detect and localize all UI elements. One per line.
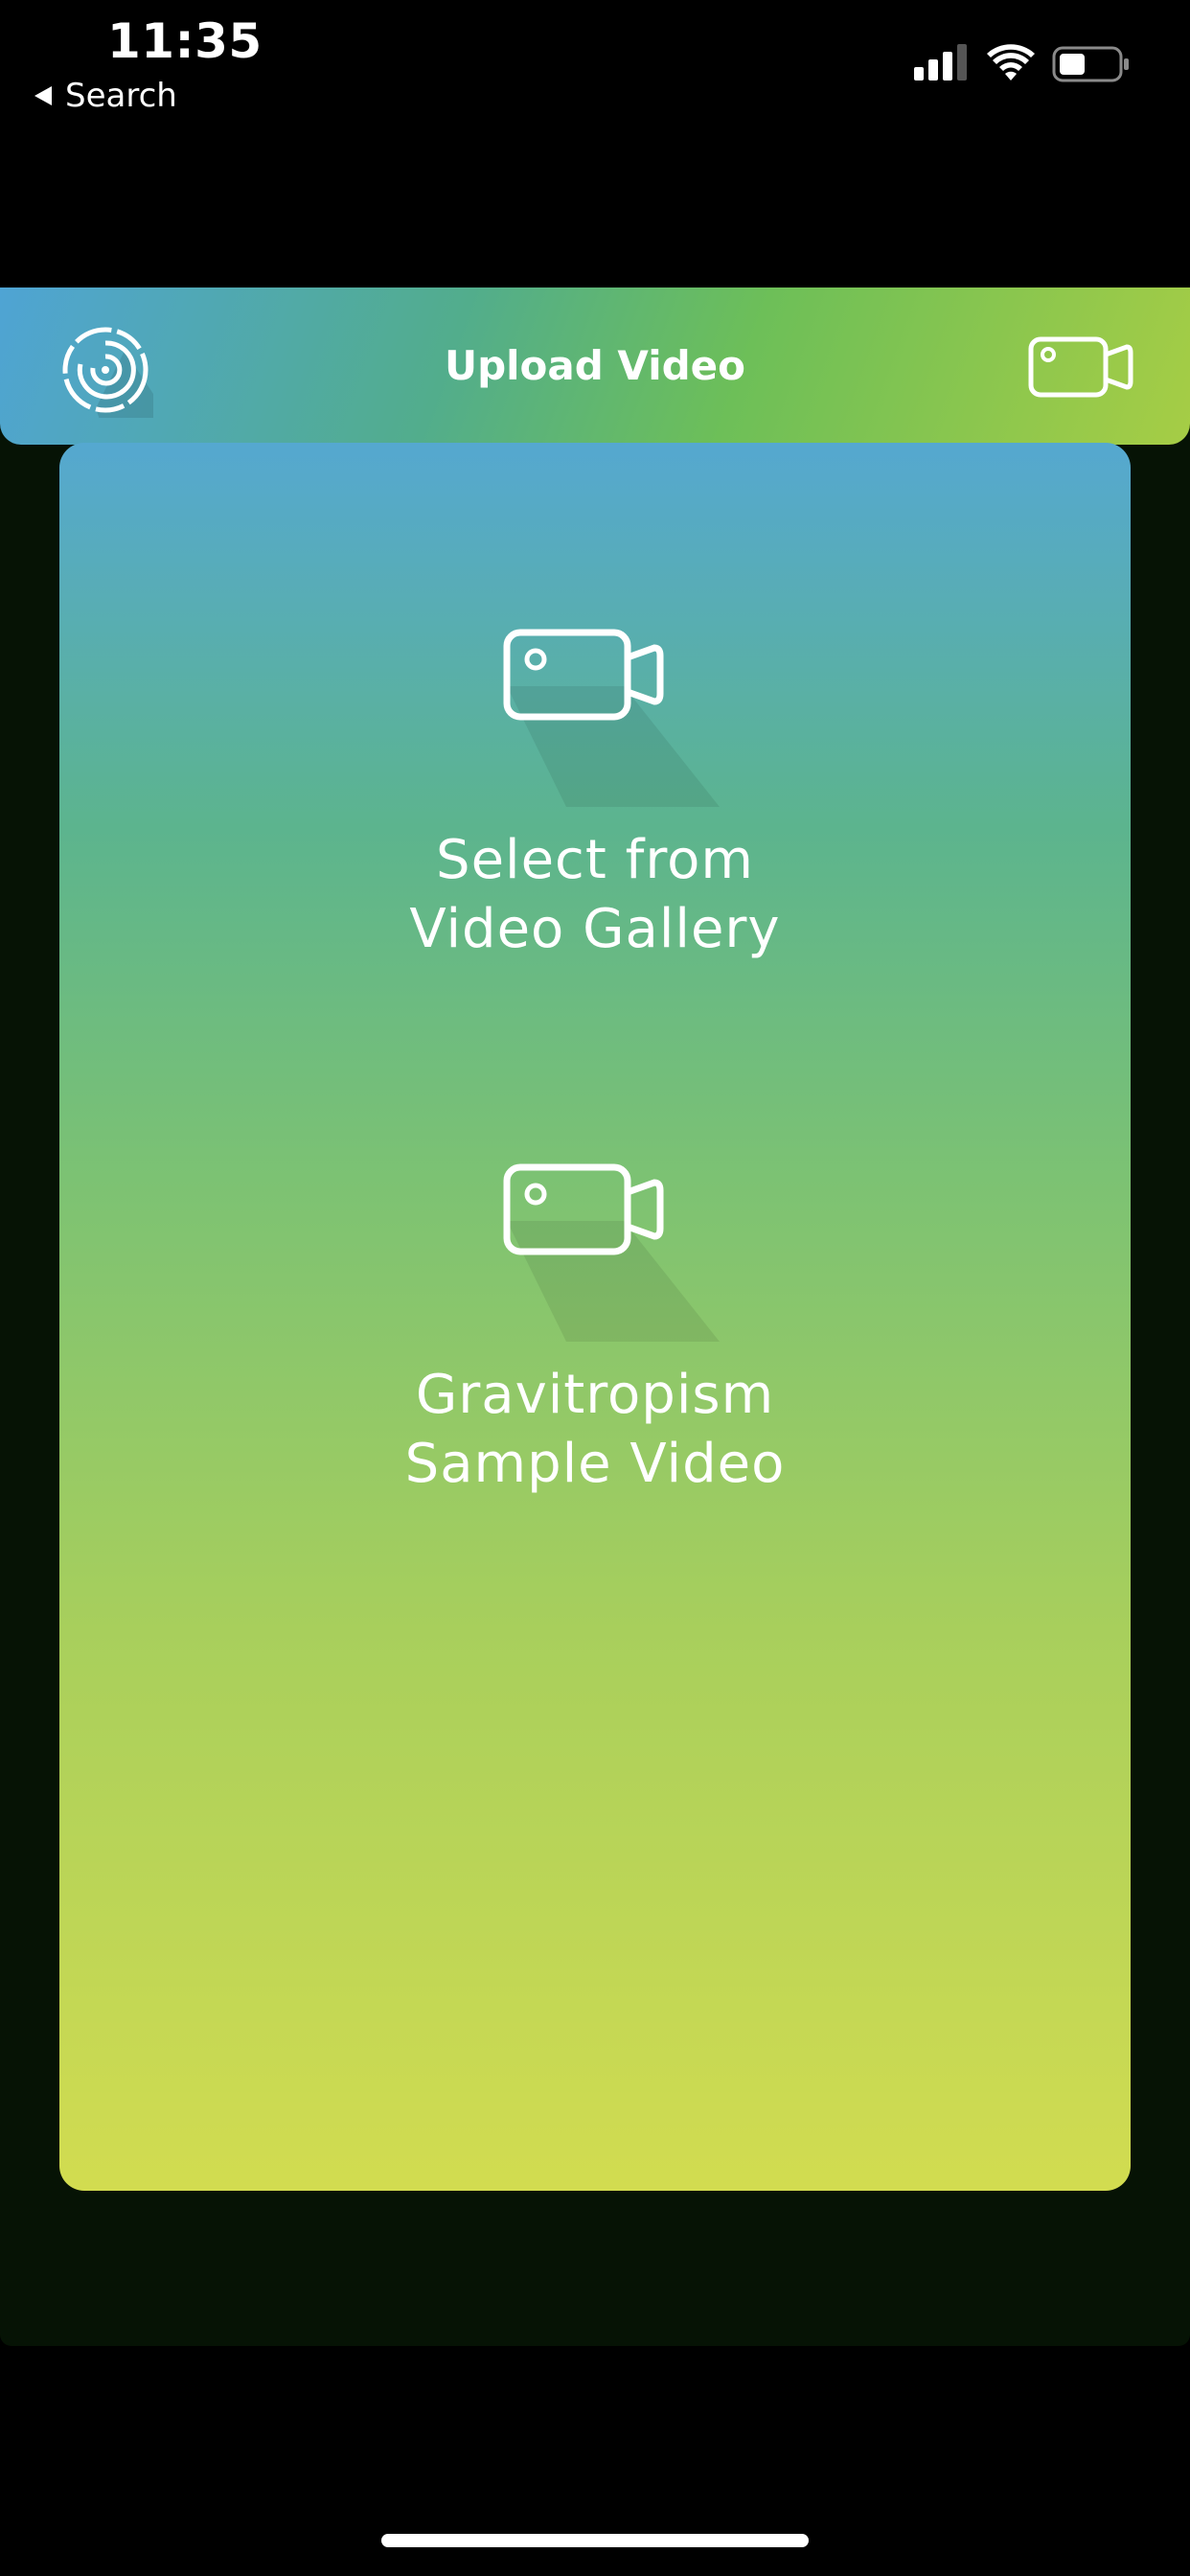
video-camera-icon[interactable] xyxy=(1027,334,1134,401)
select-from-gallery-option[interactable]: Select from Video Gallery xyxy=(59,625,1131,964)
video-camera-icon xyxy=(503,1163,720,1342)
wifi-icon xyxy=(987,44,1035,80)
back-arrow-icon xyxy=(34,86,52,105)
select-from-gallery-label: Select from Video Gallery xyxy=(409,829,781,960)
back-link-label: Search xyxy=(65,77,177,115)
signal-icon xyxy=(914,44,967,80)
video-camera-icon xyxy=(503,629,720,807)
home-indicator[interactable] xyxy=(381,2534,809,2547)
status-bar: 11:35 Search xyxy=(0,0,1190,134)
gravitropism-sample-option[interactable]: Gravitropism Sample Video xyxy=(59,1160,1131,1499)
status-time: 11:35 xyxy=(107,13,263,69)
gravitropism-sample-label: Gravitropism Sample Video xyxy=(404,1364,786,1495)
page-title: Upload Video xyxy=(444,342,745,389)
battery-icon xyxy=(1052,46,1129,82)
header-bar: Upload Video xyxy=(0,288,1190,445)
upload-options-card: Select from Video Gallery Gravitropism S… xyxy=(59,443,1131,2191)
back-to-search-link[interactable]: Search xyxy=(34,77,177,115)
